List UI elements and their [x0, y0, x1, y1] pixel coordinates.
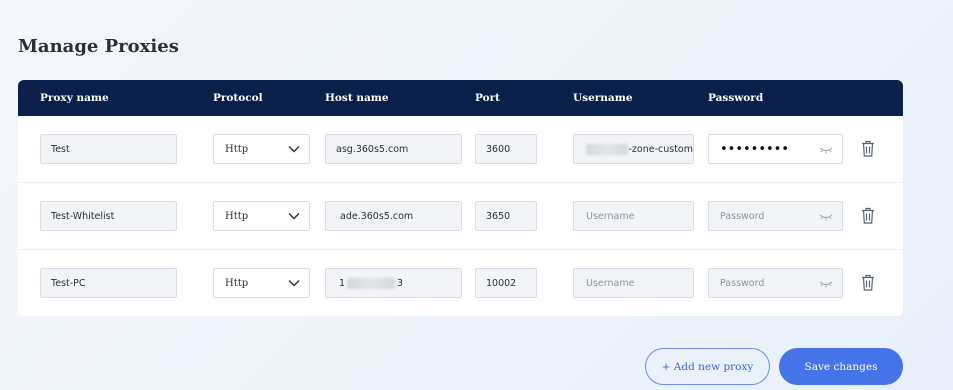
port-input[interactable]: 3650	[475, 201, 537, 231]
table-row: Test Http asg.360s5.com 3600 -zone-custo…	[18, 116, 903, 183]
column-header-host-name: Host name	[325, 92, 389, 104]
protocol-value: Http	[225, 277, 249, 289]
protocol-value: Http	[225, 143, 249, 155]
save-changes-button[interactable]: Save changes	[779, 348, 903, 385]
table-row: Test-PC Http 13 10002 Username Password	[18, 250, 903, 316]
password-value: •••••••••	[720, 141, 790, 157]
username-input[interactable]: -zone-custom	[573, 134, 694, 164]
eye-closed-icon[interactable]	[819, 213, 833, 221]
host-name-input[interactable]: asg.360s5.com	[325, 134, 462, 164]
page-title: Manage Proxies	[18, 36, 179, 57]
chevron-down-icon	[288, 280, 300, 287]
column-header-port: Port	[475, 92, 500, 104]
password-input[interactable]: Password	[708, 268, 843, 298]
proxy-name-input[interactable]: Test-PC	[40, 268, 177, 298]
protocol-value: Http	[225, 210, 249, 222]
host-name-input[interactable]: ade.360s5.com	[325, 201, 462, 231]
proxies-table: Proxy name Protocol Host name Port Usern…	[18, 80, 903, 316]
add-new-proxy-button[interactable]: + Add new proxy	[645, 348, 770, 385]
proxy-name-input[interactable]: Test-Whitelist	[40, 201, 177, 231]
host-suffix: 3	[397, 277, 404, 289]
password-placeholder: Password	[720, 210, 765, 222]
chevron-down-icon	[288, 213, 300, 220]
password-input[interactable]: •••••••••	[708, 134, 843, 164]
proxy-name-input[interactable]: Test	[40, 134, 177, 164]
username-value: -zone-custom	[628, 143, 693, 155]
table-row: Test-Whitelist Http ade.360s5.com 3650 U…	[18, 183, 903, 250]
redacted-text	[347, 277, 396, 289]
column-header-password: Password	[708, 92, 764, 104]
eye-closed-icon[interactable]	[819, 146, 833, 154]
chevron-down-icon	[288, 146, 300, 153]
password-placeholder: Password	[720, 277, 765, 289]
port-input[interactable]: 10002	[475, 268, 537, 298]
eye-closed-icon[interactable]	[819, 280, 833, 288]
trash-icon[interactable]	[861, 140, 875, 157]
trash-icon[interactable]	[861, 274, 875, 291]
column-header-username: Username	[573, 92, 633, 104]
protocol-select[interactable]: Http	[213, 134, 310, 164]
trash-icon[interactable]	[861, 207, 875, 224]
username-input[interactable]: Username	[573, 268, 694, 298]
host-prefix: 1	[339, 277, 346, 289]
redacted-text	[586, 143, 629, 155]
protocol-select[interactable]: Http	[213, 268, 310, 298]
password-input[interactable]: Password	[708, 201, 843, 231]
port-input[interactable]: 3600	[475, 134, 537, 164]
column-header-proxy-name: Proxy name	[40, 92, 109, 104]
username-input[interactable]: Username	[573, 201, 694, 231]
column-header-protocol: Protocol	[213, 92, 263, 104]
table-header: Proxy name Protocol Host name Port Usern…	[18, 80, 903, 116]
host-name-input[interactable]: 13	[325, 268, 462, 298]
protocol-select[interactable]: Http	[213, 201, 310, 231]
